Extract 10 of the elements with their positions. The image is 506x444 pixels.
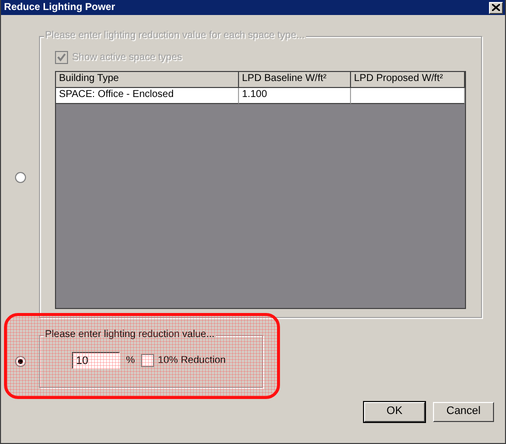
- dialog-button[interactable]: Cancel: [433, 402, 494, 422]
- checkbox-label: 10% Reduction: [158, 354, 226, 366]
- radio-button[interactable]: [14, 356, 26, 367]
- window-title: Reduce Lighting Power: [4, 2, 116, 14]
- unit-label: %: [126, 354, 135, 366]
- checkbox[interactable]: [140, 354, 154, 367]
- value-field[interactable]: 10: [72, 352, 120, 369]
- group-title: Please enter lighting reduction value...: [44, 329, 216, 341]
- dialog-button[interactable]: OK: [364, 402, 425, 422]
- close-button[interactable]: [489, 2, 503, 14]
